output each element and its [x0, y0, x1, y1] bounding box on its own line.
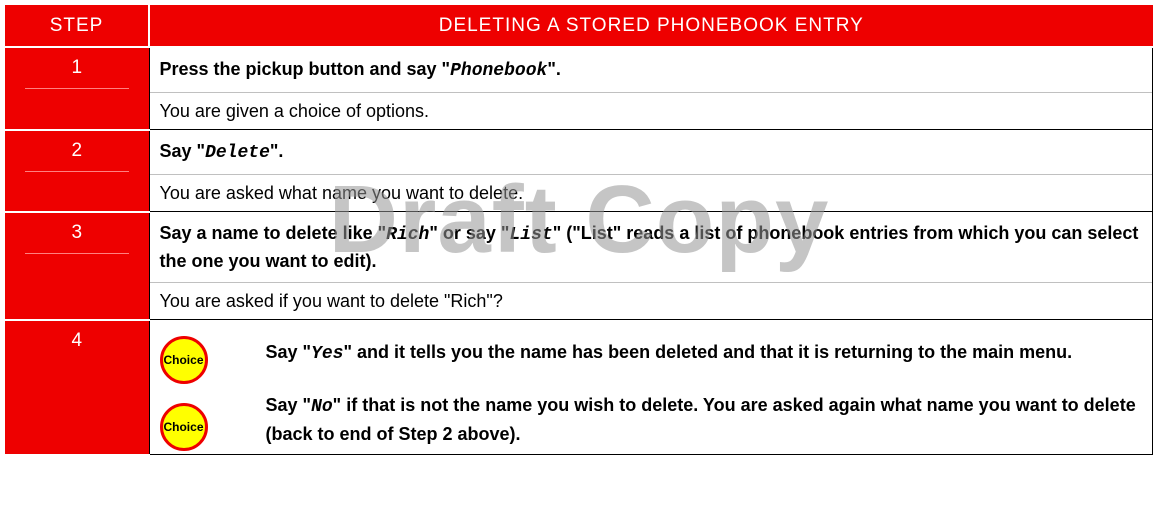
step-result: You are asked what name you want to dele…: [159, 183, 524, 203]
action-text: Say ": [265, 395, 312, 415]
choice-badge-icon: Choice: [159, 403, 208, 451]
step-number: 1: [25, 48, 129, 89]
action-text: " if that is not the name you wish to de…: [265, 395, 1136, 444]
action-text: Say ": [265, 341, 312, 362]
action-text: Press the pickup button and say ": [159, 59, 451, 79]
choice-text: Say "Yes" and it tells you the name has …: [266, 335, 1073, 372]
action-text: Say ": [159, 141, 206, 161]
choice-option: Choice Say "No" if that is not the name …: [150, 386, 1153, 454]
step-body: Press the pickup button and say "Phonebo…: [149, 47, 1153, 130]
step-number: 2: [25, 131, 129, 172]
step-number: 4: [71, 329, 83, 351]
choice-text: Say "No" if that is not the name you wis…: [266, 388, 1153, 452]
voice-command: No: [311, 397, 333, 417]
procedure-table: STEP DELETING A STORED PHONEBOOK ENTRY 1…: [5, 5, 1153, 456]
step-number: 3: [25, 213, 129, 254]
step-action: Press the pickup button and say "Phonebo…: [149, 48, 1152, 93]
step-row-4: 4 Choice Say "Yes" and it tells you the …: [5, 319, 1153, 456]
action-text: " and it tells you the name has been del…: [343, 341, 1073, 362]
voice-command: Rich: [386, 225, 430, 245]
step-result: You are given a choice of options.: [159, 101, 430, 121]
step-cell: 2: [5, 129, 150, 213]
step-action: Say "Delete".: [149, 130, 1152, 175]
choice-badge-icon: Choice: [159, 336, 208, 384]
step-column-header: STEP: [5, 5, 150, 48]
step-body: Say a name to delete like "Rich" or say …: [149, 211, 1153, 320]
action-text: Say a name to delete like ": [159, 223, 387, 243]
step-row-2: 2 Say "Delete". You are asked what name …: [5, 129, 1153, 213]
voice-command: Delete: [205, 143, 270, 163]
step-action: Say a name to delete like "Rich" or say …: [149, 212, 1152, 283]
step-row-1: 1 Press the pickup button and say "Phone…: [5, 47, 1153, 131]
step-body: Choice Say "Yes" and it tells you the na…: [149, 319, 1153, 455]
step-cell: 1: [5, 47, 150, 131]
step-cell: 4: [5, 319, 150, 456]
step-body: Say "Delete". You are asked what name yo…: [149, 129, 1153, 212]
step-cell: 3: [5, 211, 150, 321]
voice-command: Yes: [311, 343, 344, 364]
step-row-3: 3 Say a name to delete like "Rich" or sa…: [5, 211, 1153, 321]
action-text: ".: [547, 59, 561, 79]
voice-command: Phonebook: [450, 61, 548, 81]
action-text: " or say ": [429, 223, 510, 243]
table-title: DELETING A STORED PHONEBOOK ENTRY: [149, 5, 1153, 48]
header-row: STEP DELETING A STORED PHONEBOOK ENTRY: [5, 5, 1153, 48]
voice-command: List: [509, 225, 553, 245]
step-result: You are asked if you want to delete "Ric…: [159, 291, 503, 311]
action-text: ".: [269, 141, 284, 161]
choice-option: Choice Say "Yes" and it tells you the na…: [150, 320, 1153, 386]
